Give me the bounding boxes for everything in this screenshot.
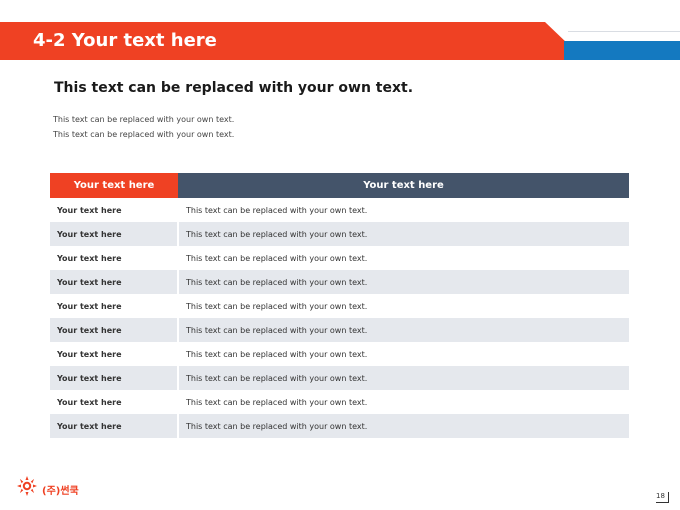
table-row: Your text here This text can be replaced… bbox=[50, 294, 629, 318]
section-heading: This text can be replaced with your own … bbox=[54, 80, 414, 96]
table-cell-key: Your text here bbox=[50, 390, 179, 414]
table-header-col-1: Your text here bbox=[50, 173, 178, 198]
table-cell-value: This text can be replaced with your own … bbox=[186, 349, 368, 359]
content-table: Your text here Your text here Your text … bbox=[50, 173, 629, 438]
body-line-1: This text can be replaced with your own … bbox=[53, 115, 235, 124]
body-text: This text can be replaced with your own … bbox=[53, 112, 234, 142]
table-cell-key: Your text here bbox=[50, 294, 179, 318]
page-number: 18 bbox=[656, 492, 669, 503]
body-line-2: This text can be replaced with your own … bbox=[53, 130, 235, 139]
table-cell-value: This text can be replaced with your own … bbox=[178, 366, 629, 390]
table-cell-value: This text can be replaced with your own … bbox=[186, 253, 368, 263]
table-cell-key: Your text here bbox=[50, 342, 179, 366]
table-cell-value: This text can be replaced with your own … bbox=[178, 222, 629, 246]
table-cell-key: Your text here bbox=[50, 270, 179, 294]
table-cell-value: This text can be replaced with your own … bbox=[178, 414, 629, 438]
accent-blue-bar bbox=[564, 41, 680, 60]
title-banner: 4-2 Your text here bbox=[0, 22, 568, 60]
table-cell-key: Your text here bbox=[50, 366, 179, 390]
table-row: Your text here This text can be replaced… bbox=[50, 198, 629, 222]
table-cell-value: This text can be replaced with your own … bbox=[186, 205, 368, 215]
table-row: Your text here This text can be replaced… bbox=[50, 318, 629, 342]
table-cell-value: This text can be replaced with your own … bbox=[178, 318, 629, 342]
table-cell-key: Your text here bbox=[50, 222, 179, 246]
table-cell-value: This text can be replaced with your own … bbox=[178, 270, 629, 294]
page-title: 4-2 Your text here bbox=[33, 30, 217, 51]
company-logo-text: (주)썬쿡 bbox=[42, 486, 79, 497]
table-header-col-2: Your text here bbox=[178, 173, 629, 198]
table-row: Your text here This text can be replaced… bbox=[50, 414, 629, 438]
table-cell-value: This text can be replaced with your own … bbox=[186, 301, 368, 311]
table-cell-key: Your text here bbox=[50, 414, 179, 438]
table-cell-key: Your text here bbox=[50, 198, 179, 222]
sun-logo-icon bbox=[17, 476, 37, 496]
table-row: Your text here This text can be replaced… bbox=[50, 246, 629, 270]
table-row: Your text here This text can be replaced… bbox=[50, 366, 629, 390]
table-cell-value: This text can be replaced with your own … bbox=[186, 397, 368, 407]
table-row: Your text here This text can be replaced… bbox=[50, 270, 629, 294]
table-row: Your text here This text can be replaced… bbox=[50, 390, 629, 414]
table-header-row: Your text here Your text here bbox=[50, 173, 629, 198]
header-divider-line bbox=[568, 31, 680, 32]
table-row: Your text here This text can be replaced… bbox=[50, 342, 629, 366]
table-row: Your text here This text can be replaced… bbox=[50, 222, 629, 246]
table-cell-key: Your text here bbox=[50, 246, 179, 270]
table-cell-key: Your text here bbox=[50, 318, 179, 342]
